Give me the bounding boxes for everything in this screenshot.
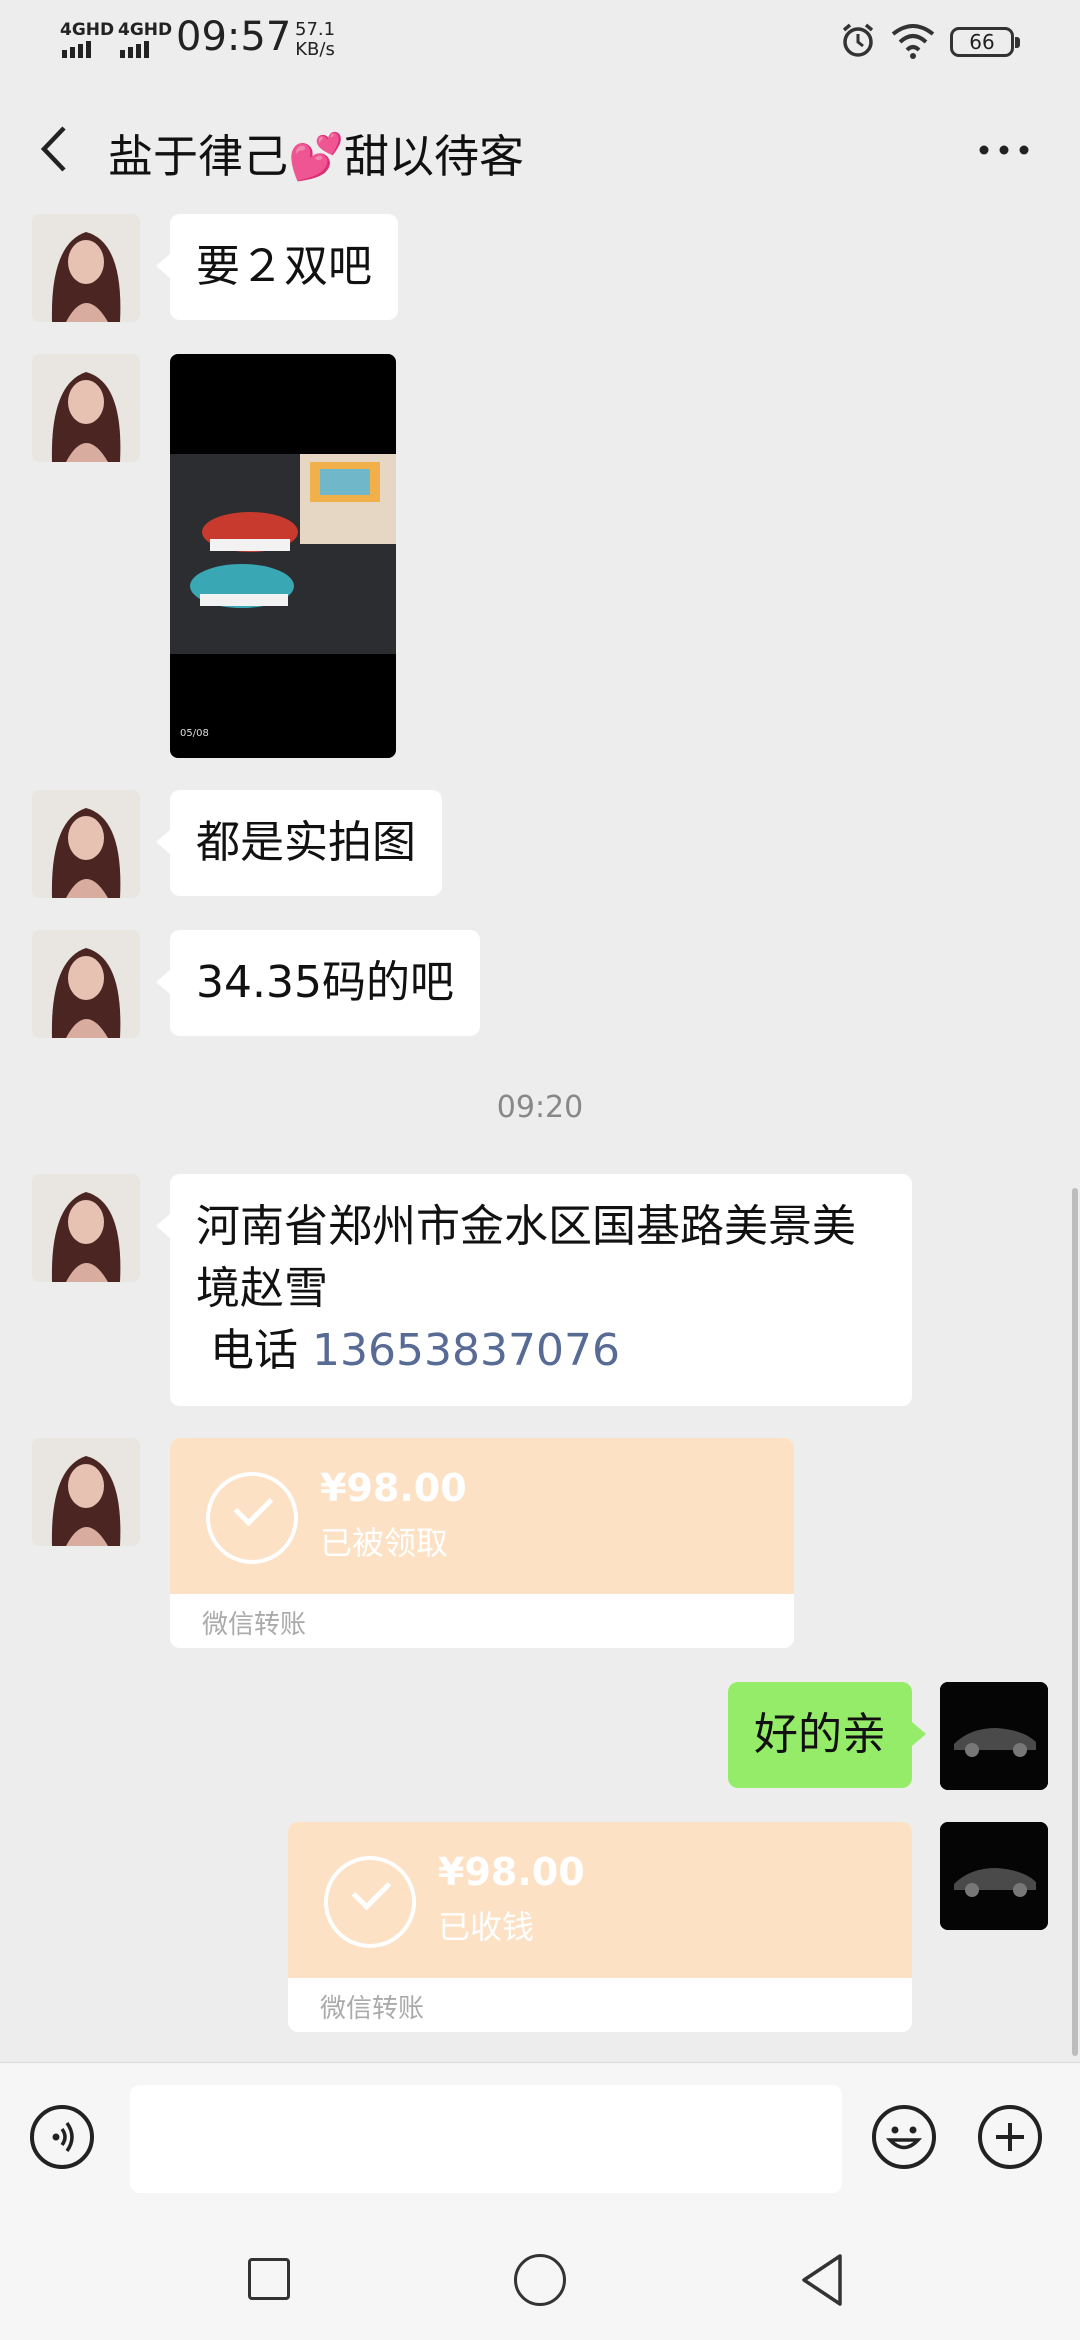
- plus-icon[interactable]: [978, 2105, 1042, 2169]
- message-bubble[interactable]: 都是实拍图: [156, 790, 442, 896]
- contact-avatar[interactable]: [32, 1174, 140, 1282]
- chat-header: 盐于律己💕甜以待客: [0, 84, 1080, 214]
- phone-number-link[interactable]: 13653837076: [312, 1325, 620, 1376]
- battery-icon: 66: [950, 27, 1020, 57]
- transfer-amount: ¥98.00: [320, 1466, 467, 1510]
- message-bubble[interactable]: 34.35码的吧: [156, 930, 480, 1036]
- contact-avatar[interactable]: [32, 354, 140, 462]
- message-bubble[interactable]: 要２双吧: [156, 214, 398, 320]
- more-dots-icon[interactable]: [976, 130, 1032, 170]
- address-text: 河南省郑州市金水区国基路美景美境赵雪: [196, 1201, 856, 1314]
- signal-1-icon: 4GHD: [60, 20, 116, 60]
- shoes-photo: [170, 454, 396, 654]
- scrollbar[interactable]: [1072, 1188, 1078, 2056]
- transfer-card-sent[interactable]: ¥98.00 已收钱 微信转账: [288, 1822, 912, 2032]
- transfer-status: 已被领取: [320, 1524, 449, 1562]
- message-text: 要２双吧: [196, 241, 372, 292]
- home-icon[interactable]: [514, 2254, 566, 2306]
- contact-avatar[interactable]: [32, 930, 140, 1038]
- clock: 09:57: [176, 14, 292, 60]
- transfer-card-received[interactable]: ¥98.00 已被领取 微信转账: [170, 1438, 794, 1648]
- contact-avatar[interactable]: [32, 790, 140, 898]
- transfer-footer: 微信转账: [202, 1610, 307, 1640]
- chevron-left-icon[interactable]: [34, 124, 78, 174]
- back-triangle-icon[interactable]: [798, 2252, 846, 2308]
- message-input[interactable]: [130, 2085, 842, 2193]
- my-avatar[interactable]: [940, 1682, 1048, 1790]
- image-message[interactable]: 05/08: [170, 354, 396, 758]
- alarm-icon: [842, 23, 874, 57]
- signal-2-icon: 4GHD: [118, 20, 174, 60]
- image-caption: 05/08: [180, 728, 209, 739]
- recent-apps-icon[interactable]: [248, 2258, 290, 2300]
- transfer-footer: 微信转账: [320, 1994, 425, 2024]
- phone-label: 电话: [210, 1325, 298, 1376]
- input-bar: [0, 2062, 1080, 2213]
- message-list[interactable]: 要２双吧 05/08 都是实拍图 34.35码的吧 09:20 河南省郑州市金水…: [0, 214, 1080, 2062]
- wifi-icon: [891, 24, 935, 59]
- my-message-bubble[interactable]: 好的亲: [728, 1682, 926, 1788]
- check-circle-icon: [324, 1856, 416, 1948]
- net-speed: 57.1 KB/s: [295, 20, 335, 60]
- transfer-status: 已收钱: [438, 1908, 535, 1946]
- voice-icon[interactable]: [30, 2105, 94, 2169]
- signal-2-label: 4GHD: [118, 20, 173, 40]
- phone-line: 电话 13653837076: [196, 1320, 886, 1382]
- check-circle-icon: [206, 1472, 298, 1564]
- system-nav-bar: [0, 2212, 1080, 2340]
- signal-1-label: 4GHD: [60, 20, 115, 40]
- chat-title[interactable]: 盐于律己💕甜以待客: [108, 120, 524, 185]
- contact-avatar[interactable]: [32, 1438, 140, 1546]
- message-timestamp: 09:20: [496, 1090, 584, 1125]
- emoji-icon[interactable]: [872, 2105, 936, 2169]
- net-speed-unit: KB/s: [295, 39, 335, 60]
- transfer-amount: ¥98.00: [438, 1850, 585, 1894]
- status-bar: 4GHD 4GHD 09:57 57.1 KB/s 66: [0, 0, 1080, 84]
- message-text: 都是实拍图: [196, 817, 416, 868]
- message-text: 好的亲: [754, 1709, 886, 1760]
- my-avatar[interactable]: [940, 1822, 1048, 1930]
- net-speed-value: 57.1: [295, 19, 336, 40]
- address-message-bubble[interactable]: 河南省郑州市金水区国基路美景美境赵雪 电话 13653837076: [156, 1174, 912, 1406]
- message-text: 34.35码的吧: [196, 957, 454, 1008]
- contact-avatar[interactable]: [32, 214, 140, 322]
- battery-level: 66: [969, 30, 995, 54]
